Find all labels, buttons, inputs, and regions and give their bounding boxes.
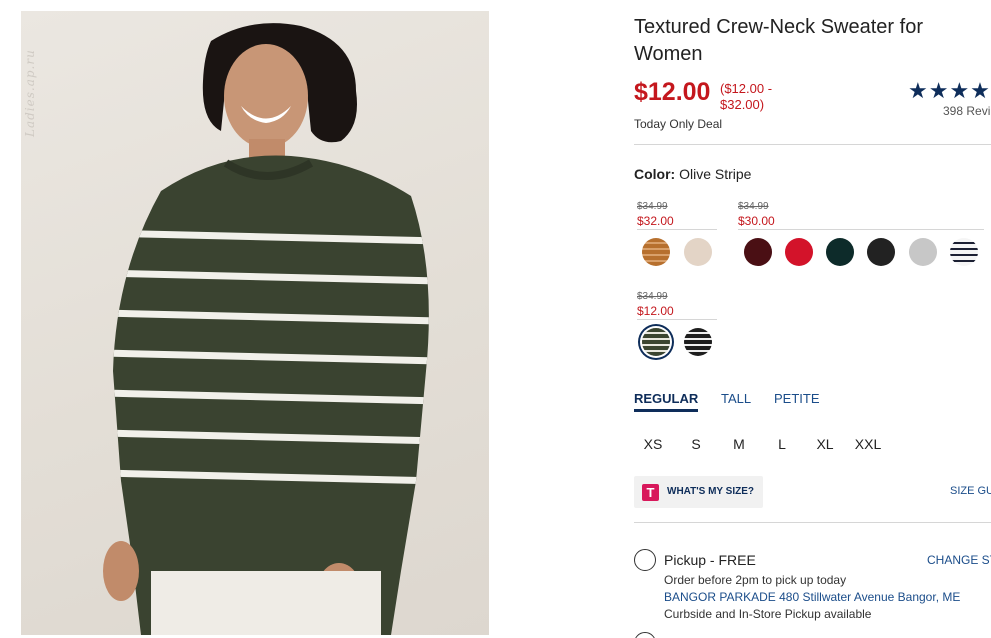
- size-option-xl[interactable]: XL: [810, 436, 840, 452]
- now-price: $12.00: [637, 304, 674, 318]
- color-label-title: Color:: [634, 166, 676, 182]
- swatch-camel-stripe[interactable]: [642, 238, 670, 266]
- rating-stars[interactable]: ★★★★: [908, 78, 991, 104]
- group-divider: [637, 229, 717, 230]
- size-option-m[interactable]: M: [724, 436, 754, 452]
- was-price: $34.99: [738, 201, 769, 212]
- swatch-heather-grey[interactable]: [909, 238, 937, 266]
- size-guide-link[interactable]: SIZE GU: [950, 485, 991, 497]
- pickup-radio[interactable]: [634, 549, 656, 571]
- was-price: $34.99: [637, 291, 668, 302]
- price-group-3: $34.99 $12.00: [637, 290, 674, 318]
- color-label: Color: Olive Stripe: [634, 166, 751, 182]
- now-price: $30.00: [738, 214, 775, 228]
- pickup-cutoff: Order before 2pm to pick up today: [664, 573, 847, 587]
- price-group-2: $34.99 $30.00: [738, 200, 775, 228]
- product-title: Textured Crew-Neck Sweater for Women: [634, 16, 923, 65]
- store-address-link[interactable]: BANGOR PARKADE 480 Stillwater Avenue Ban…: [664, 590, 960, 604]
- true-fit-icon: T: [642, 484, 659, 501]
- change-store-link[interactable]: CHANGE STO: [927, 553, 991, 567]
- divider: [634, 144, 991, 145]
- divider: [634, 522, 991, 523]
- reviews-count-link[interactable]: 398 Revi: [943, 104, 990, 118]
- model-photo-illustration: [103, 23, 429, 635]
- tab-petite[interactable]: PETITE: [774, 391, 820, 406]
- tab-tall[interactable]: TALL: [721, 391, 751, 406]
- tab-regular[interactable]: REGULAR: [634, 391, 699, 412]
- size-option-xs[interactable]: XS: [638, 436, 668, 452]
- group-divider: [738, 229, 984, 230]
- swatch-oatmeal[interactable]: [684, 238, 712, 266]
- size-option-l[interactable]: L: [767, 436, 797, 452]
- swatch-red[interactable]: [785, 238, 813, 266]
- swatch-dark-teal[interactable]: [826, 238, 854, 266]
- group-divider: [637, 319, 717, 320]
- selected-color-name: Olive Stripe: [679, 166, 752, 182]
- size-option-xxl[interactable]: XXL: [853, 436, 883, 452]
- swatch-olive-stripe-selected[interactable]: [642, 328, 670, 356]
- price-group-1: $34.99 $32.00: [637, 200, 674, 228]
- swatch-black[interactable]: [867, 238, 895, 266]
- sale-price: $12.00: [634, 78, 711, 106]
- watermark: Ladies.ap.ru: [23, 49, 37, 137]
- was-price: $34.99: [637, 201, 668, 212]
- pickup-availability: Curbside and In-Store Pickup available: [664, 607, 872, 621]
- whats-my-size-label: WHAT'S MY SIZE?: [667, 486, 755, 497]
- deal-label: Today Only Deal: [634, 117, 723, 131]
- whats-my-size-button[interactable]: T WHAT'S MY SIZE?: [634, 476, 763, 508]
- now-price: $32.00: [637, 214, 674, 228]
- pickup-title: Pickup - FREE: [664, 552, 756, 568]
- size-option-s[interactable]: S: [681, 436, 711, 452]
- swatch-white-navy-stripe[interactable]: [950, 238, 978, 266]
- product-image[interactable]: Ladies.ap.ru: [21, 11, 489, 635]
- swatch-burgundy[interactable]: [744, 238, 772, 266]
- price-range: ($12.00 - $32.00): [720, 81, 773, 112]
- swatch-black-white-stripe[interactable]: [684, 328, 712, 356]
- shipping-radio[interactable]: [634, 632, 656, 638]
